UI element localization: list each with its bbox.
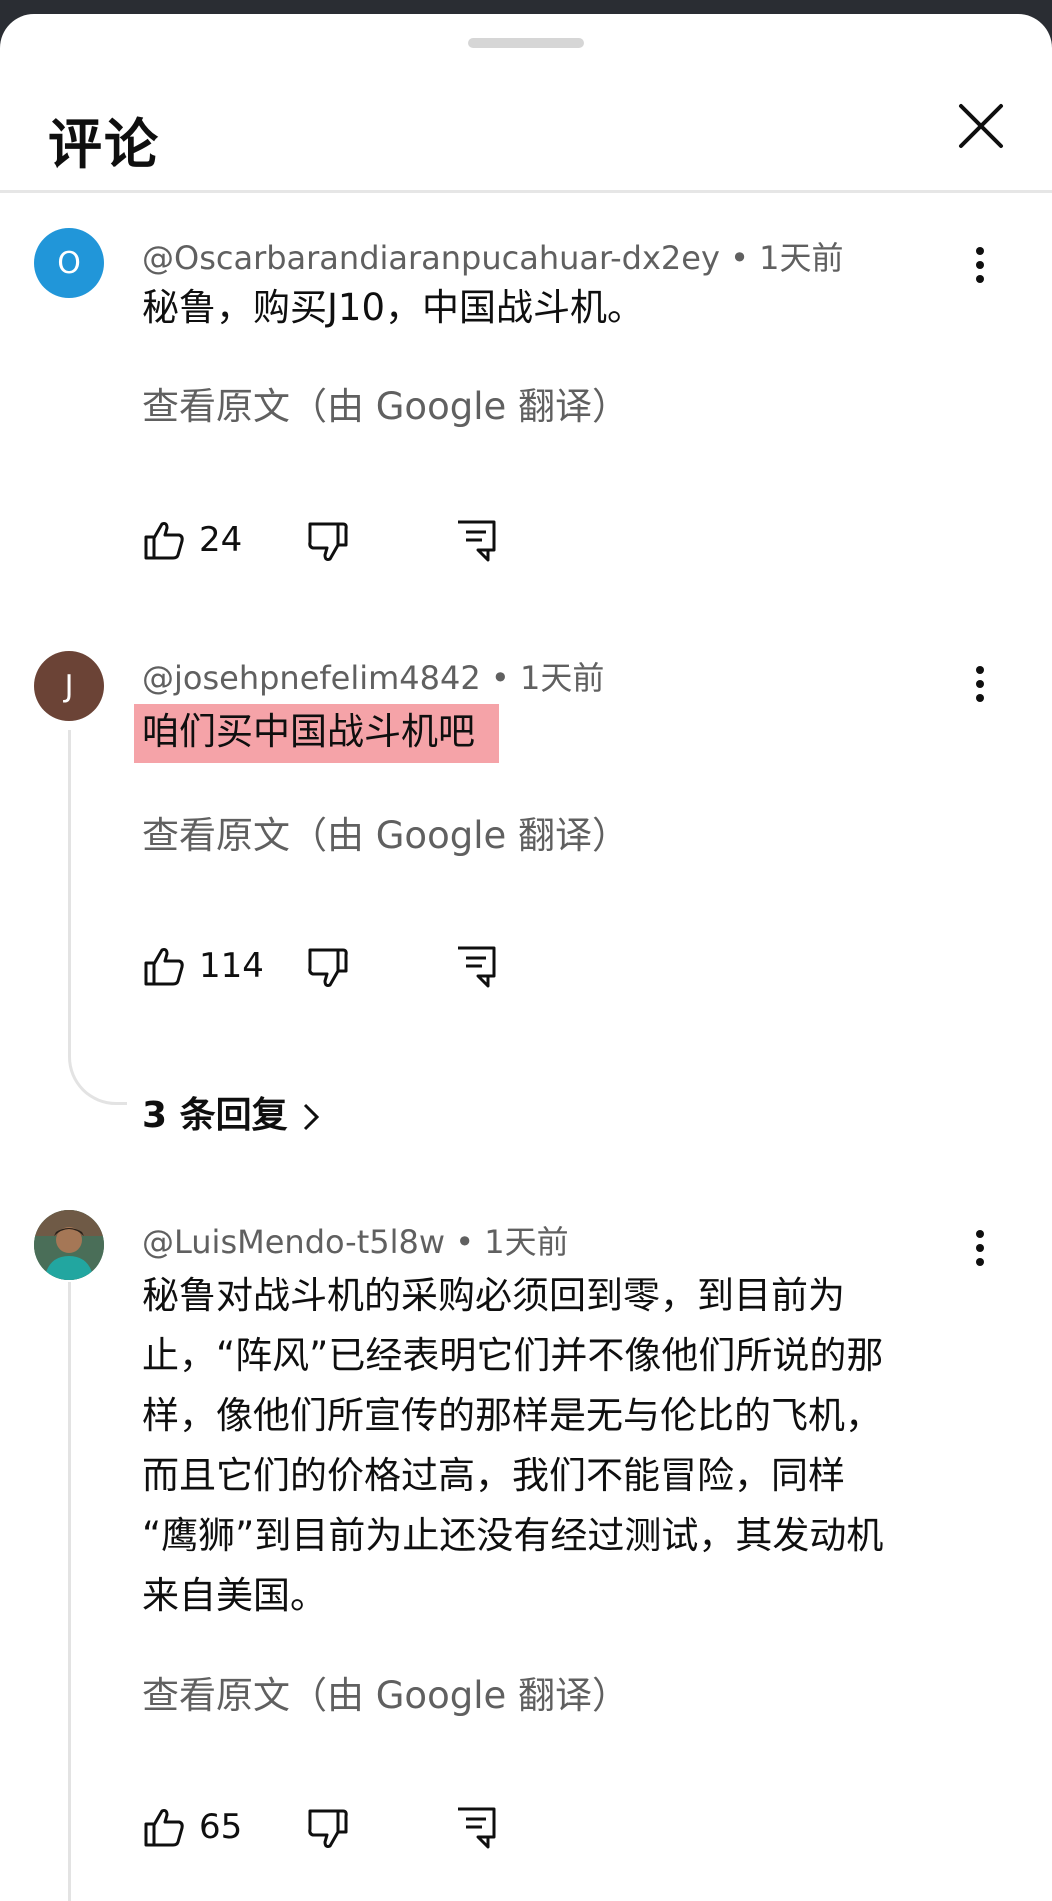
like-count: 24 [199,520,243,560]
comment-actions: 114 [142,944,542,992]
like-count: 65 [199,1807,243,1847]
avatar[interactable]: O [34,228,104,298]
comment-time: 1天前 [519,659,605,697]
meta-separator: • [490,659,510,697]
like-count: 114 [199,946,264,986]
comment-time: 1天前 [759,239,844,277]
comment-time: 1天前 [484,1223,569,1261]
thumbs-down-icon[interactable] [306,946,350,990]
meta-separator: • [730,239,749,277]
reply-icon[interactable] [454,944,498,988]
thumbs-down-icon[interactable] [306,520,350,564]
author-name[interactable]: @Oscarbarandiaranpucahuar-dx2ey [142,239,720,277]
comment-meta: @Oscarbarandiaranpucahuar-dx2ey • 1天前 [142,233,844,279]
page-title: 评论 [48,113,160,176]
thread-line [68,1282,71,1901]
comment-text-line: 秘鲁对战斗机的采购必须回到零，到目前为 [142,1274,845,1317]
comment-text-line: 样，像他们所宣传的那样是无与伦比的飞机， [142,1394,882,1437]
kebab-dot-icon [976,666,984,674]
comment-text-line: 来自美国。 [142,1574,327,1617]
author-name[interactable]: @LuisMendo-t5l8w [142,1223,445,1261]
author-name[interactable]: @josehpnefelim4842 [142,659,481,697]
thumbs-up-icon[interactable] [142,1805,186,1849]
avatar[interactable]: J [34,651,104,721]
see-original-link[interactable]: 查看原文（由 Google 翻译） [142,805,629,859]
thumbs-up-icon[interactable] [142,944,186,988]
meta-separator: • [455,1223,475,1261]
close-button[interactable] [955,100,1007,152]
comment-text: 咱们买中国战斗机吧 [134,702,962,763]
more-options-button[interactable] [965,241,995,297]
thread-line [68,730,127,1105]
reply-icon[interactable] [454,518,498,562]
drag-handle[interactable] [468,38,584,48]
comment-text-line: “鹰狮”到目前为止还没有经过测试，其发动机 [142,1514,884,1557]
comment-actions: 24 [142,518,542,566]
comment-text: 秘鲁对战斗机的采购必须回到零，到目前为 止，“阵风”已经表明它们并不像他们所说的… [142,1266,962,1626]
view-replies-button[interactable]: 3 条回复 [142,1086,320,1138]
comment-text-line: 止，“阵风”已经表明它们并不像他们所说的那 [142,1334,884,1377]
thumbs-up-icon[interactable] [142,518,186,562]
highlighted-text: 咱们买中国战斗机吧 [134,704,499,763]
replies-label: 3 条回复 [142,1095,288,1136]
thumbs-down-icon[interactable] [306,1807,350,1851]
reply-icon[interactable] [454,1805,498,1849]
comment-text: 秘鲁，购买J10，中国战斗机。 [142,286,644,329]
comment-text-line: 而且它们的价格过高，我们不能冒险，同样 [142,1454,845,1497]
more-options-button[interactable] [965,660,995,716]
header-divider [0,190,1052,193]
see-original-link[interactable]: 查看原文（由 Google 翻译） [142,1665,629,1719]
comment-meta: @josehpnefelim4842 • 1天前 [142,653,604,699]
comment-meta: @LuisMendo-t5l8w • 1天前 [142,1217,569,1263]
more-options-button[interactable] [965,1224,995,1280]
kebab-dot-icon [976,247,984,255]
avatar[interactable] [34,1210,104,1280]
comment-actions: 65 [142,1805,542,1853]
close-icon [959,104,1003,148]
profile-photo [34,1210,104,1280]
see-original-link[interactable]: 查看原文（由 Google 翻译） [142,376,629,430]
chevron-right-icon [303,1103,319,1131]
kebab-dot-icon [976,1230,984,1238]
